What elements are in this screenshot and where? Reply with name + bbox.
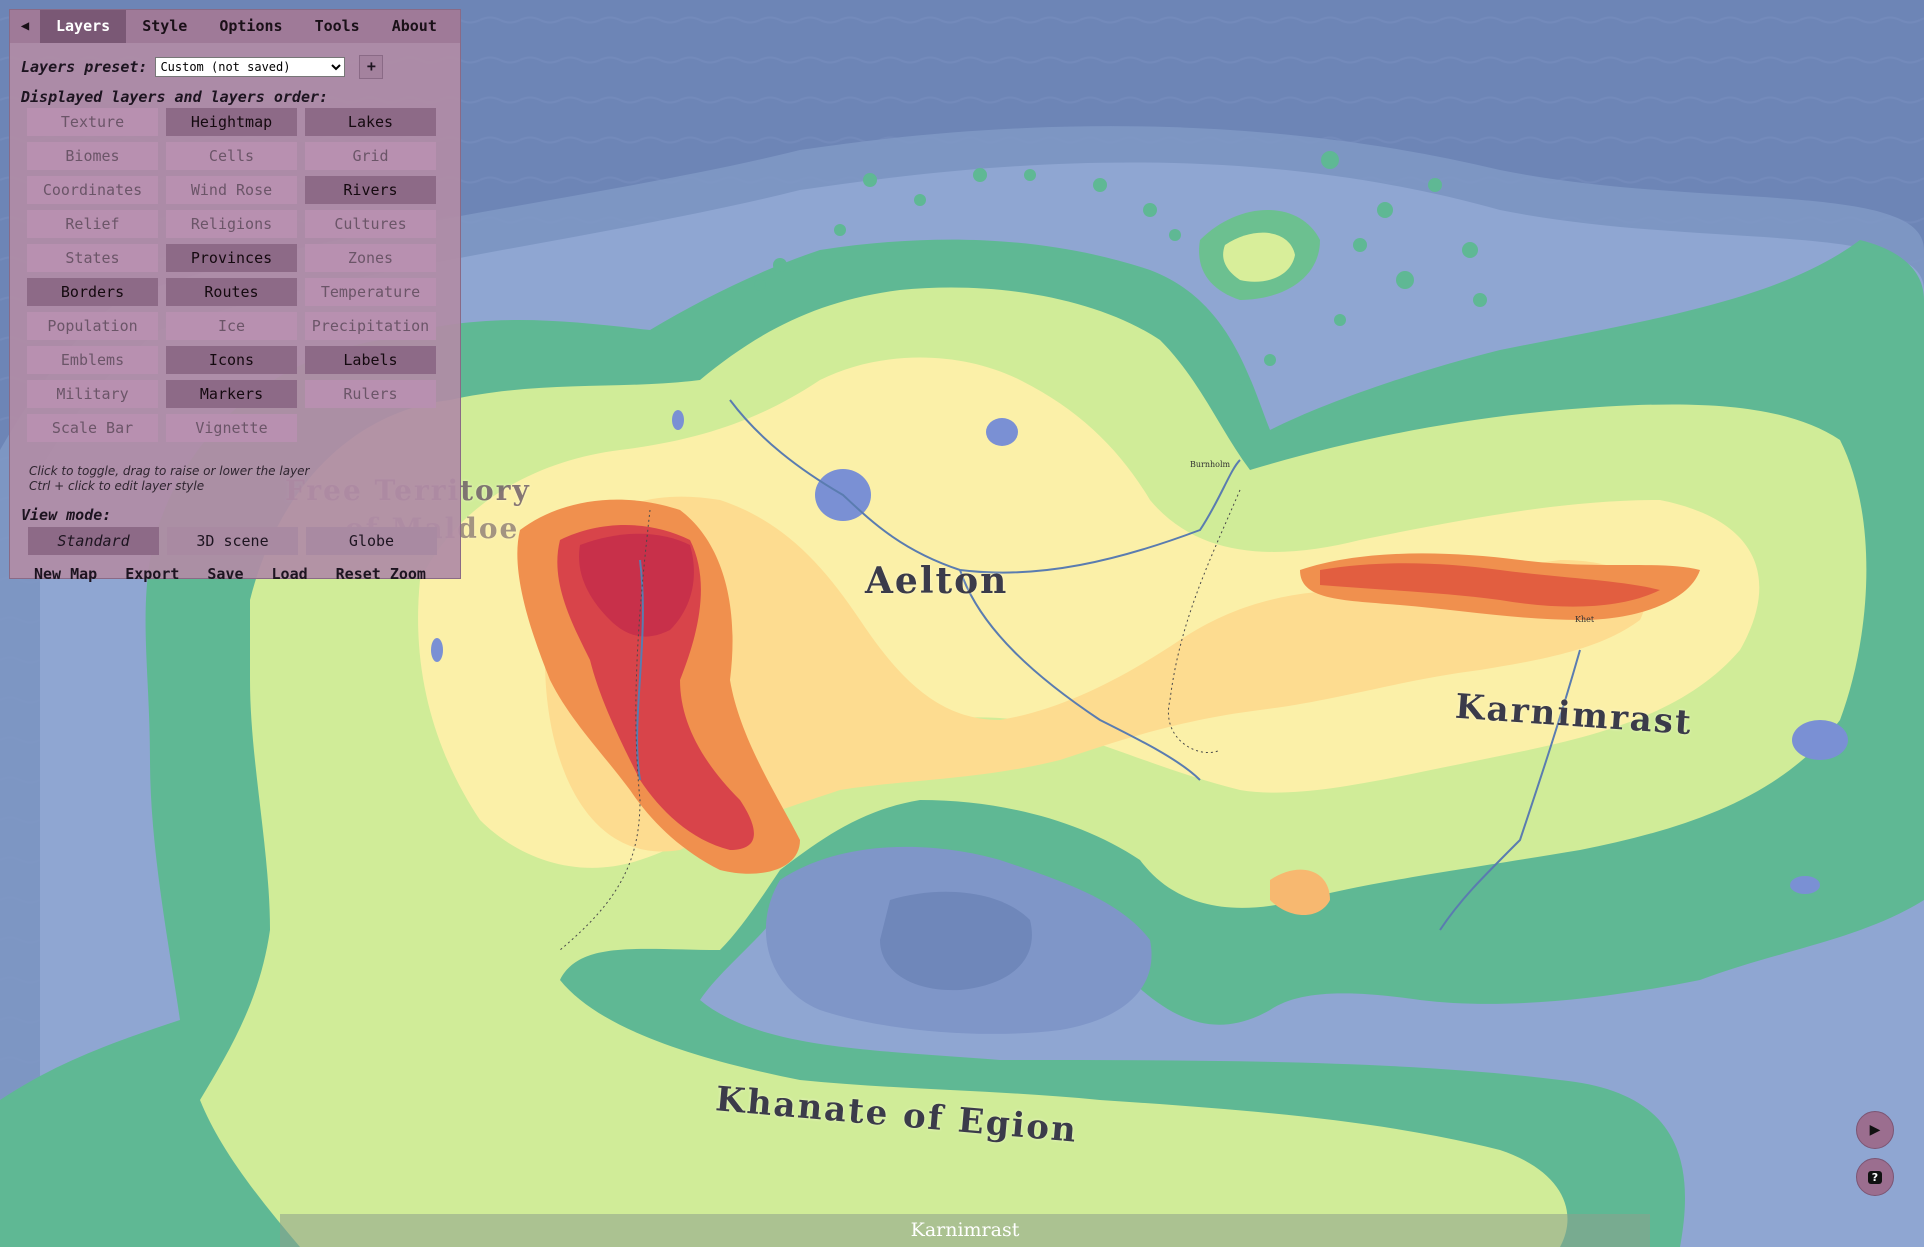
layers-panel: ◀ Layers Style Options Tools About Layer… — [9, 9, 461, 583]
play-icon: ▶ — [1869, 1122, 1881, 1138]
panel-tabs: ◀ Layers Style Options Tools About — [10, 10, 460, 43]
layer-toggle-vignette[interactable]: Vignette — [166, 414, 297, 442]
hint-line-1: Click to toggle, drag to raise or lower … — [29, 464, 310, 478]
layer-toggle-emblems[interactable]: Emblems — [27, 346, 158, 374]
layer-toggle-zones[interactable]: Zones — [305, 244, 436, 272]
help-button[interactable]: ? — [1856, 1158, 1894, 1196]
layer-toggle-population[interactable]: Population — [27, 312, 158, 340]
save-button[interactable]: Save — [207, 565, 243, 583]
tab-layers[interactable]: Layers — [40, 10, 127, 43]
layer-list: Texture Heightmap Lakes Biomes Cells Grid Coor… — [27, 108, 447, 442]
layer-toggle-grid[interactable]: Grid — [305, 142, 436, 170]
layer-toggle-ice[interactable]: Ice — [166, 312, 297, 340]
layer-toggle-cultures[interactable]: Cultures — [305, 210, 436, 238]
play-button[interactable]: ▶ — [1856, 1111, 1894, 1149]
layer-toggle-icons[interactable]: Icons — [166, 346, 297, 374]
add-preset-button[interactable]: + — [359, 55, 384, 79]
load-button[interactable]: Load — [272, 565, 308, 583]
burg-label-khet[interactable]: Khet — [1575, 615, 1594, 624]
layer-toggle-scale-bar[interactable]: Scale Bar — [27, 414, 158, 442]
tab-about[interactable]: About — [376, 10, 453, 43]
tab-tools[interactable]: Tools — [299, 10, 376, 43]
layer-toggle-military[interactable]: Military — [27, 380, 158, 408]
burg-label-burnholm[interactable]: Burnholm — [1190, 460, 1230, 469]
label-aelton[interactable]: Aelton — [865, 560, 1008, 602]
layer-toggle-biomes[interactable]: Biomes — [27, 142, 158, 170]
view-mode-row: Standard 3D scene Globe — [28, 527, 437, 555]
tab-style[interactable]: Style — [126, 10, 203, 43]
layer-toggle-lakes[interactable]: Lakes — [305, 108, 436, 136]
layer-toggle-wind-rose[interactable]: Wind Rose — [166, 176, 297, 204]
status-bar: Karnimrast — [280, 1214, 1650, 1247]
view-mode-3d-scene[interactable]: 3D scene — [167, 527, 298, 555]
layer-toggle-religions[interactable]: Religions — [166, 210, 297, 238]
layer-toggle-texture[interactable]: Texture — [27, 108, 158, 136]
layer-toggle-relief[interactable]: Relief — [27, 210, 158, 238]
layer-toggle-temperature[interactable]: Temperature — [305, 278, 436, 306]
layer-toggle-provinces[interactable]: Provinces — [166, 244, 297, 272]
new-map-button[interactable]: New Map — [34, 565, 97, 583]
tab-options[interactable]: Options — [203, 10, 298, 43]
preset-select[interactable]: Custom (not saved) — [155, 57, 346, 77]
view-mode-title: View mode: — [21, 506, 112, 524]
layer-toggle-states[interactable]: States — [27, 244, 158, 272]
layer-toggle-rulers[interactable]: Rulers — [305, 380, 436, 408]
layer-toggle-heightmap[interactable]: Heightmap — [166, 108, 297, 136]
view-mode-globe[interactable]: Globe — [306, 527, 437, 555]
export-button[interactable]: Export — [125, 565, 179, 583]
layer-toggle-cells[interactable]: Cells — [166, 142, 297, 170]
collapse-panel-icon[interactable]: ◀ — [10, 10, 40, 43]
layers-hint: Click to toggle, drag to raise or lower … — [29, 464, 310, 494]
preset-row: Layers preset: Custom (not saved) + — [21, 55, 384, 79]
layers-title: Displayed layers and layers order: — [21, 88, 329, 106]
panel-actions: New Map Export Save Load Reset Zoom — [34, 565, 454, 583]
layer-toggle-coordinates[interactable]: Coordinates — [27, 176, 158, 204]
reset-zoom-button[interactable]: Reset Zoom — [336, 565, 426, 583]
layer-toggle-borders[interactable]: Borders — [27, 278, 158, 306]
layer-toggle-rivers[interactable]: Rivers — [305, 176, 436, 204]
layer-toggle-routes[interactable]: Routes — [166, 278, 297, 306]
layer-toggle-labels[interactable]: Labels — [305, 346, 436, 374]
hint-line-2: Ctrl + click to edit layer style — [29, 479, 205, 493]
preset-label: Layers preset: — [21, 58, 148, 76]
layer-toggle-markers[interactable]: Markers — [166, 380, 297, 408]
view-mode-standard[interactable]: Standard — [28, 527, 159, 555]
help-icon: ? — [1867, 1170, 1883, 1184]
layer-toggle-precipitation[interactable]: Precipitation — [305, 312, 436, 340]
